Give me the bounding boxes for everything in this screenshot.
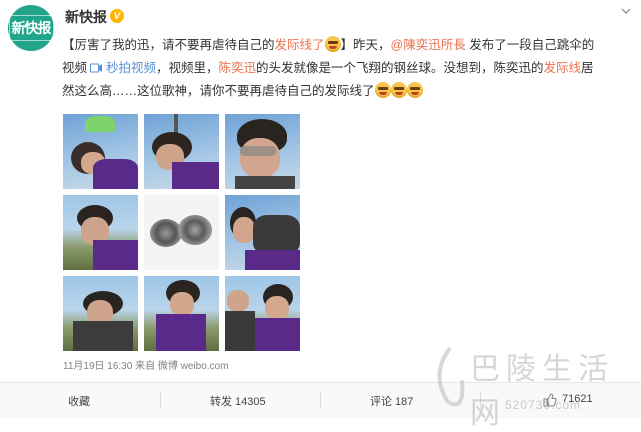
topic-link[interactable]: 发际线了 — [275, 38, 325, 52]
photo-skydive-6[interactable] — [63, 276, 138, 351]
watermark-url: 520730.com — [505, 398, 582, 412]
post-text: 【厉害了我的迅，请不要再虐待自己的发际线了 】昨天，@陳奕迅所長 发布了一段自己跳… — [62, 36, 595, 98]
name-link[interactable]: 陈奕迅 — [219, 61, 257, 75]
photo-skydive-4[interactable] — [63, 195, 138, 270]
topic-link-2[interactable]: 发际线 — [544, 61, 582, 75]
favorite-button[interactable]: 收藏 — [68, 393, 90, 409]
video-link[interactable]: 秒拍视频 — [106, 61, 156, 75]
post-meta: 11月19日 16:30 来自 微博 weibo.com — [63, 361, 229, 372]
photo-skydive-2[interactable] — [144, 114, 219, 189]
verified-badge-icon: V — [110, 9, 124, 23]
photo-steel-wool[interactable] — [144, 195, 219, 270]
laugh-emoji-icon — [374, 82, 391, 98]
avatar[interactable]: 新快报 — [8, 5, 54, 51]
watermark-text: 巴陵生活网 — [470, 353, 614, 430]
username[interactable]: 新快报 — [65, 7, 107, 27]
divider — [160, 391, 161, 409]
photo-skydive-7[interactable] — [144, 276, 219, 351]
laugh-emoji-icon — [406, 82, 423, 98]
laugh-emoji-icon — [324, 36, 341, 52]
divider — [320, 391, 321, 409]
laugh-emoji-icon — [390, 82, 407, 98]
comment-button[interactable]: 评论 187 — [370, 393, 413, 409]
chevron-down-icon[interactable] — [621, 6, 631, 16]
video-icon — [90, 63, 103, 73]
mention-link[interactable]: @陳奕迅所長 — [391, 38, 466, 52]
photo-skydive-3[interactable] — [225, 114, 300, 189]
repost-button[interactable]: 转发 14305 — [210, 393, 266, 409]
photo-skydive-8[interactable] — [225, 276, 300, 351]
photo-skydive-1[interactable] — [63, 114, 138, 189]
photo-skydive-5[interactable] — [225, 195, 300, 270]
